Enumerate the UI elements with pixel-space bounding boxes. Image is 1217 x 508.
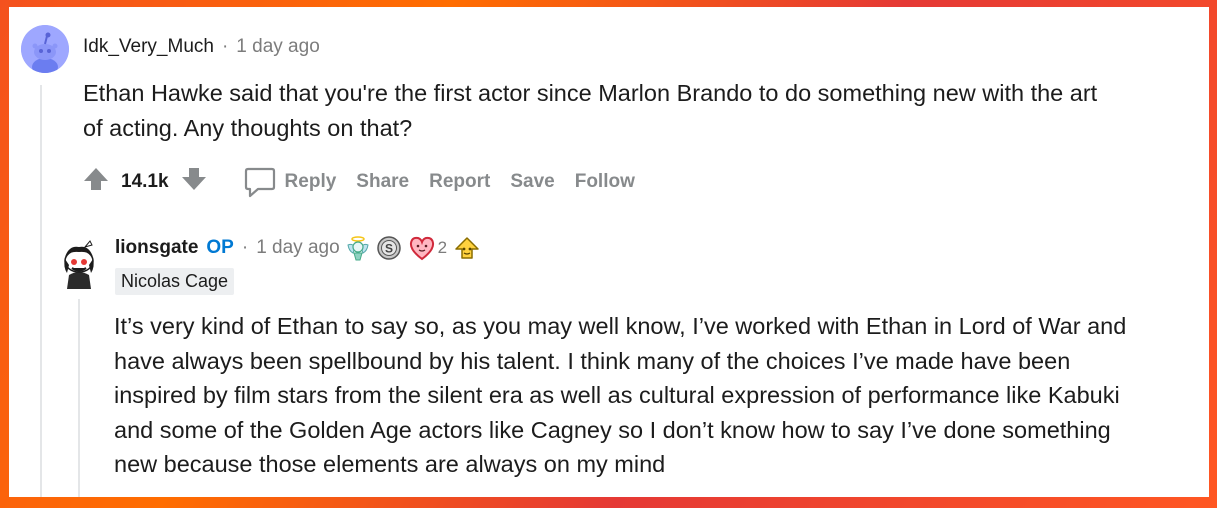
comment-body-line: of acting. Any thoughts on that? bbox=[83, 115, 413, 141]
user-flair: Nicolas Cage bbox=[115, 268, 235, 295]
reply-body-line: It’s very kind of Ethan to say so, as yo… bbox=[114, 313, 1127, 339]
thread-line[interactable] bbox=[40, 85, 42, 497]
comment-username[interactable]: Idk_Very_Much bbox=[83, 36, 214, 58]
upvote-icon[interactable] bbox=[83, 166, 109, 198]
downvote-icon[interactable] bbox=[181, 166, 207, 198]
comment-body-line: Ethan Hawke said that you're the first a… bbox=[83, 80, 1098, 106]
report-button[interactable]: Report bbox=[429, 171, 490, 193]
reply-timestamp[interactable]: 1 day ago bbox=[256, 237, 339, 259]
user-avatar[interactable] bbox=[21, 25, 69, 73]
reply-button[interactable]: Reply bbox=[243, 166, 337, 198]
save-button[interactable]: Save bbox=[510, 171, 554, 193]
comment-meta: Idk_Very_Much · 1 day ago bbox=[83, 36, 320, 58]
comment-actions: 14.1k Reply Share Report Save Follow bbox=[83, 164, 635, 200]
reply-body-line: and some of the Golden Age actors like C… bbox=[114, 416, 1111, 443]
helpful-award-icon[interactable] bbox=[453, 235, 481, 261]
reply-username[interactable]: lionsgate bbox=[115, 237, 198, 259]
reply-thread-line[interactable] bbox=[78, 299, 80, 497]
svg-text:S: S bbox=[385, 242, 393, 256]
angel-award-icon[interactable] bbox=[346, 235, 370, 261]
comment-body: Ethan Hawke said that you're the first a… bbox=[83, 76, 1097, 146]
reply-user-avatar[interactable] bbox=[59, 239, 99, 289]
reply-body-line: inspired by film stars from the silent e… bbox=[114, 382, 1120, 408]
reply-meta: lionsgate OP · 1 day ago S 2 bbox=[115, 235, 481, 261]
comment-bubble-icon bbox=[244, 167, 275, 198]
follow-button[interactable]: Follow bbox=[575, 171, 635, 193]
award-count: 2 bbox=[437, 238, 448, 257]
reply-body-line: new because those elements are always on… bbox=[114, 451, 666, 477]
meta-separator: · bbox=[221, 36, 229, 57]
share-button[interactable]: Share bbox=[356, 171, 409, 193]
meta-separator: · bbox=[241, 237, 249, 258]
comment-timestamp[interactable]: 1 day ago bbox=[236, 36, 319, 58]
reply-body-line: have always been spellbound by his talen… bbox=[114, 347, 1071, 374]
heart-award-icon[interactable] bbox=[408, 235, 436, 261]
reply-label: Reply bbox=[284, 171, 337, 192]
op-badge: OP bbox=[206, 237, 234, 258]
silver-award-icon[interactable]: S bbox=[376, 235, 402, 261]
vote-count: 14.1k bbox=[121, 171, 169, 192]
snoo-avatar-icon bbox=[64, 240, 94, 289]
reply-body: It’s very kind of Ethan to say so, as yo… bbox=[114, 309, 1126, 482]
comment-thread-card: Idk_Very_Much · 1 day ago Ethan Hawke sa… bbox=[9, 7, 1209, 497]
snoo-avatar-icon bbox=[21, 25, 69, 73]
